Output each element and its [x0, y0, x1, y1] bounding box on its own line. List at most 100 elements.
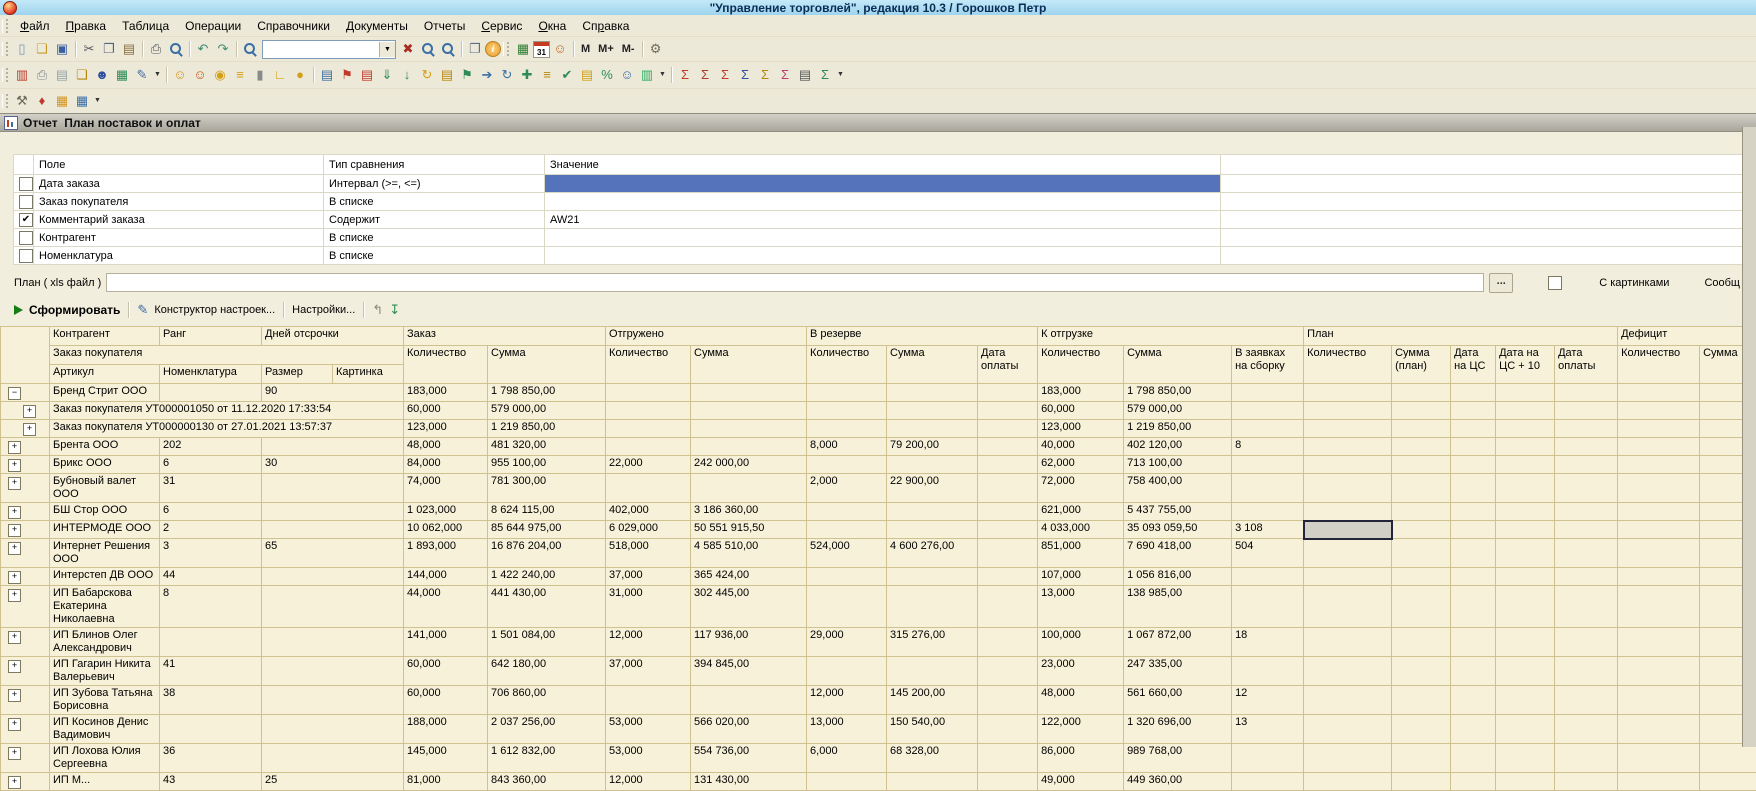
document-arrow-down-blue-icon[interactable]: ↓ [398, 66, 416, 84]
rank-cell[interactable]: 8 [160, 586, 262, 628]
new-document-icon[interactable]: ▯ [13, 40, 31, 58]
plan-qty-cell[interactable] [1304, 568, 1392, 586]
plan-date-cs-cell[interactable] [1451, 628, 1496, 657]
toship-qty-cell[interactable]: 851,000 [1038, 539, 1124, 568]
reserve-sum-cell[interactable] [887, 503, 978, 521]
reserve-pay-date-cell[interactable] [978, 384, 1038, 402]
plan-date-cs-cell[interactable] [1451, 438, 1496, 456]
shipped-qty-cell[interactable] [606, 474, 691, 503]
reserve-sum-cell[interactable] [887, 402, 978, 420]
deferral-days-cell[interactable] [262, 521, 404, 539]
sum-check-icon[interactable]: Σ [816, 66, 834, 84]
plan-date-cs10-cell[interactable] [1496, 384, 1555, 402]
settings-button[interactable]: Настройки... [292, 304, 355, 316]
plan-date-cs-cell[interactable] [1451, 474, 1496, 503]
plan-sum-cell[interactable] [1392, 438, 1451, 456]
plan-pay-date-cell[interactable] [1555, 568, 1618, 586]
toship-qty-cell[interactable]: 86,000 [1038, 744, 1124, 773]
assembly-requests-cell[interactable] [1232, 402, 1304, 420]
document-percent-icon[interactable]: % [598, 66, 616, 84]
sum-basket-icon[interactable]: Σ [776, 66, 794, 84]
rank-cell[interactable]: 38 [160, 686, 262, 715]
plan-qty-cell[interactable] [1304, 628, 1392, 657]
plan-sum-cell[interactable] [1392, 402, 1451, 420]
toship-qty-cell[interactable]: 23,000 [1038, 657, 1124, 686]
plan-date-cs10-cell[interactable] [1496, 456, 1555, 474]
deficit-qty-cell[interactable] [1618, 628, 1700, 657]
rank-cell[interactable]: 2 [160, 521, 262, 539]
browse-button[interactable]: ... [1489, 273, 1513, 293]
filter-value-cell[interactable]: AW21 [545, 211, 1221, 229]
toship-qty-cell[interactable]: 62,000 [1038, 456, 1124, 474]
rank-cell[interactable]: 31 [160, 474, 262, 503]
deferral-days-cell[interactable] [262, 503, 404, 521]
shipped-qty-cell[interactable]: 53,000 [606, 715, 691, 744]
order-qty-cell[interactable]: 81,000 [404, 773, 488, 791]
rank-cell[interactable]: 6 [160, 503, 262, 521]
assembly-requests-cell[interactable]: 8 [1232, 438, 1304, 456]
search-input[interactable] [263, 42, 379, 57]
reserve-qty-cell[interactable]: 12,000 [807, 686, 887, 715]
reserve-pay-date-cell[interactable] [978, 456, 1038, 474]
reserve-qty-cell[interactable] [807, 657, 887, 686]
shipped-sum-cell[interactable] [691, 686, 807, 715]
filter-value-cell[interactable] [545, 175, 1221, 193]
plan-date-cs10-cell[interactable] [1496, 474, 1555, 503]
plan-qty-cell[interactable] [1304, 384, 1392, 402]
plan-qty-cell[interactable] [1304, 744, 1392, 773]
reserve-sum-cell[interactable] [887, 384, 978, 402]
deferral-days-cell[interactable] [262, 586, 404, 628]
plan-date-cs10-cell[interactable] [1496, 521, 1555, 539]
shipped-qty-cell[interactable]: 12,000 [606, 773, 691, 791]
deficit-qty-cell[interactable] [1618, 438, 1700, 456]
plan-date-cs-cell[interactable] [1451, 686, 1496, 715]
plan-date-cs10-cell[interactable] [1496, 657, 1555, 686]
assembly-requests-cell[interactable]: 3 108 [1232, 521, 1304, 539]
toship-qty-cell[interactable]: 60,000 [1038, 402, 1124, 420]
person-coins-icon[interactable]: ☺ [171, 66, 189, 84]
toship-sum-cell[interactable]: 247 335,00 [1124, 657, 1232, 686]
document-coins-icon[interactable]: ▤ [438, 66, 456, 84]
contractor-cell[interactable]: Интерстеп ДВ ООО [50, 568, 160, 586]
assembly-requests-cell[interactable]: 13 [1232, 715, 1304, 744]
expand-icon[interactable]: + [8, 660, 21, 673]
reserve-pay-date-cell[interactable] [978, 586, 1038, 628]
menu-item-8[interactable]: Сервис [473, 17, 530, 35]
rank-cell[interactable]: 3 [160, 539, 262, 568]
find-icon[interactable] [241, 40, 259, 58]
deficit-qty-cell[interactable] [1618, 744, 1700, 773]
reserve-qty-cell[interactable]: 13,000 [807, 715, 887, 744]
plan-qty-cell[interactable] [1304, 715, 1392, 744]
plan-qty-cell[interactable] [1304, 521, 1392, 539]
coins-refresh-icon[interactable]: ↻ [418, 66, 436, 84]
order-qty-cell[interactable]: 188,000 [404, 715, 488, 744]
plan-date-cs10-cell[interactable] [1496, 568, 1555, 586]
document-flag-icon[interactable]: ⚑ [338, 66, 356, 84]
expand-icon[interactable]: + [8, 718, 21, 731]
plan-sum-cell[interactable] [1392, 628, 1451, 657]
menubar-grip[interactable] [2, 19, 8, 33]
toship-qty-cell[interactable]: 123,000 [1038, 420, 1124, 438]
toship-sum-cell[interactable]: 713 100,00 [1124, 456, 1232, 474]
plan-date-cs-cell[interactable] [1451, 773, 1496, 791]
expand-icon[interactable]: + [8, 524, 21, 537]
deficit-qty-cell[interactable] [1618, 384, 1700, 402]
reserve-qty-cell[interactable]: 8,000 [807, 438, 887, 456]
rank-cell[interactable]: 43 [160, 773, 262, 791]
shipped-sum-cell[interactable]: 4 585 510,00 [691, 539, 807, 568]
shipped-qty-cell[interactable] [606, 686, 691, 715]
plan-pay-date-cell[interactable] [1555, 586, 1618, 628]
contractor-cell[interactable]: ИП М... [50, 773, 160, 791]
order-sum-cell[interactable]: 955 100,00 [488, 456, 606, 474]
shipped-qty-cell[interactable]: 6 029,000 [606, 521, 691, 539]
save-icon[interactable]: ▣ [53, 40, 71, 58]
order-qty-cell[interactable]: 48,000 [404, 438, 488, 456]
shipped-qty-cell[interactable]: 37,000 [606, 568, 691, 586]
filter-comparison-cell[interactable]: В списке [324, 247, 545, 265]
plan-sum-cell[interactable] [1392, 456, 1451, 474]
order-sum-cell[interactable]: 16 876 204,00 [488, 539, 606, 568]
basket-coins-icon[interactable]: ◉ [211, 66, 229, 84]
reserve-qty-cell[interactable] [807, 586, 887, 628]
shipped-qty-cell[interactable]: 37,000 [606, 657, 691, 686]
plan-date-cs10-cell[interactable] [1496, 438, 1555, 456]
